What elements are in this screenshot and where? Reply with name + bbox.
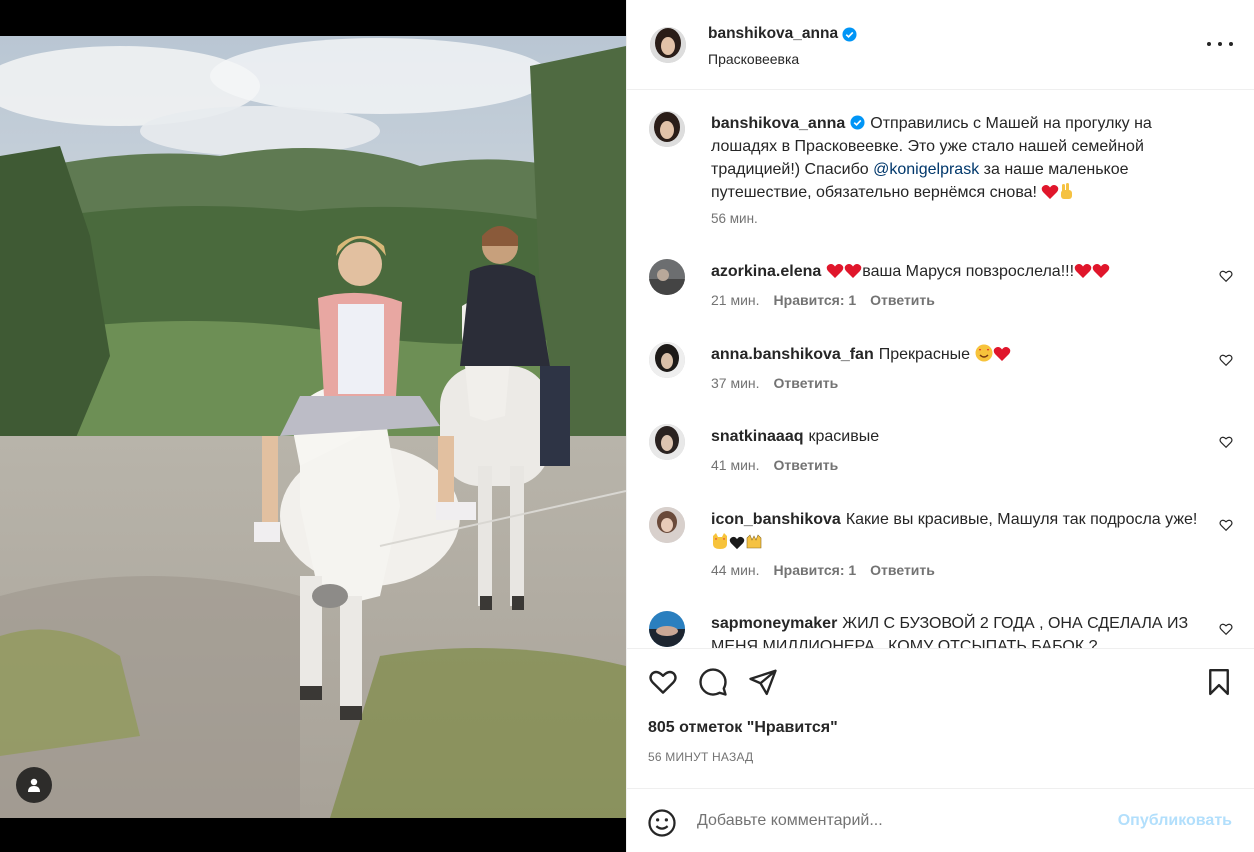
comment-username[interactable]: anna.banshikova_fan [711, 346, 874, 363]
comment-timestamp[interactable]: 44 мин. [711, 562, 760, 578]
caption-mention-link[interactable]: @konigelprask [873, 161, 979, 178]
likes-count[interactable]: 805 отметок "Нравится" [648, 719, 838, 737]
comment-item: icon_banshikova Какие вы красивые, Машуля… [627, 507, 1254, 587]
red-heart-emoji [993, 346, 1011, 369]
comment-text: красивые [808, 428, 880, 445]
comments-list[interactable]: banshikova_anna Отправились с Машей на пр… [627, 91, 1254, 648]
post-media-panel [0, 0, 626, 852]
post-location[interactable]: Прасковеевка [708, 51, 799, 67]
reply-button[interactable]: Ответить [870, 562, 935, 578]
red-heart-emoji [1041, 184, 1059, 207]
heart-eyes-emoji [975, 344, 993, 369]
avatar[interactable] [649, 111, 685, 147]
publish-button[interactable]: Опубликовать [1118, 812, 1232, 830]
more-options-button[interactable] [1207, 34, 1233, 54]
comment-input[interactable] [697, 807, 1097, 835]
post-details-panel: banshikova_anna Прасковеевка banshikova_… [626, 0, 1254, 852]
emoji-icon[interactable] [647, 808, 677, 838]
comment-icon[interactable] [698, 667, 728, 697]
author-username[interactable]: banshikova_anna [708, 25, 838, 43]
caption-timestamp[interactable]: 56 мин. [711, 211, 758, 226]
reply-button[interactable]: Ответить [870, 292, 935, 308]
comment-username[interactable]: sapmoneymaker [711, 615, 837, 632]
black-heart-emoji [729, 534, 745, 557]
comment-text: Прекрасные [878, 346, 971, 363]
share-icon[interactable] [748, 667, 778, 697]
comment-likes-count[interactable]: Нравится: 1 [774, 292, 857, 308]
post-timestamp[interactable]: 56 МИНУТ НАЗАД [648, 750, 753, 764]
comment-text: ваша Маруся повзрослела!!! [862, 263, 1075, 280]
heart-eyes-cat-emoji [711, 532, 729, 557]
red-heart-emoji [1092, 263, 1110, 286]
more-icon [1207, 42, 1211, 46]
comment-username[interactable]: azorkina.elena [711, 263, 821, 280]
raising-hands-emoji [745, 532, 763, 557]
red-heart-emoji [826, 263, 844, 286]
comment-likes-count[interactable]: Нравится: 1 [774, 562, 857, 578]
comment-text: Какие вы красивые, Машуля так подросла у… [845, 511, 1198, 528]
bookmark-icon[interactable] [1204, 667, 1234, 697]
red-heart-emoji [1074, 263, 1092, 286]
verified-badge-icon [842, 26, 857, 42]
comment-timestamp[interactable]: 41 мин. [711, 457, 760, 473]
comment-timestamp[interactable]: 37 мин. [711, 375, 760, 391]
victory-hand-emoji [1059, 182, 1075, 207]
add-comment-bar: Опубликовать [627, 788, 1254, 852]
user-tag-icon [28, 778, 40, 792]
avatar[interactable] [649, 259, 685, 295]
like-comment-heart-icon[interactable] [1219, 518, 1233, 532]
avatar[interactable] [650, 27, 686, 63]
comment-username[interactable]: snatkinaaaq [711, 428, 803, 445]
reply-button[interactable]: Ответить [774, 457, 839, 473]
avatar[interactable] [649, 507, 685, 543]
red-heart-emoji [844, 263, 862, 286]
like-comment-heart-icon[interactable] [1219, 622, 1233, 636]
like-comment-heart-icon[interactable] [1219, 353, 1233, 367]
comment-item: azorkina.elena ваша Маруся повзрослела!!!… [627, 259, 1254, 319]
avatar[interactable] [649, 342, 685, 378]
avatar[interactable] [649, 424, 685, 460]
comment-item: sapmoneymaker ЖИЛ С БУЗОВОЙ 2 ГОДА , ОНА … [627, 611, 1254, 648]
avatar[interactable] [649, 611, 685, 647]
comment-item: snatkinaaaq красивые 41 мин. Ответить [627, 424, 1254, 484]
comment-item: anna.banshikova_fan Прекрасные 37 мин. От… [627, 342, 1254, 402]
like-comment-heart-icon[interactable] [1219, 435, 1233, 449]
comment-username[interactable]: icon_banshikova [711, 511, 841, 528]
post-header: banshikova_anna Прасковеевка [627, 0, 1254, 90]
reply-button[interactable]: Ответить [774, 375, 839, 391]
tag-user-button[interactable] [16, 767, 52, 803]
verified-badge-icon [850, 115, 865, 130]
post-photo[interactable] [0, 36, 626, 818]
like-comment-heart-icon[interactable] [1219, 269, 1233, 283]
comment-timestamp[interactable]: 21 мин. [711, 292, 760, 308]
caption-username[interactable]: banshikova_anna [711, 115, 845, 132]
post-caption: banshikova_anna Отправились с Машей на пр… [627, 111, 1254, 231]
heart-icon[interactable] [648, 667, 678, 697]
